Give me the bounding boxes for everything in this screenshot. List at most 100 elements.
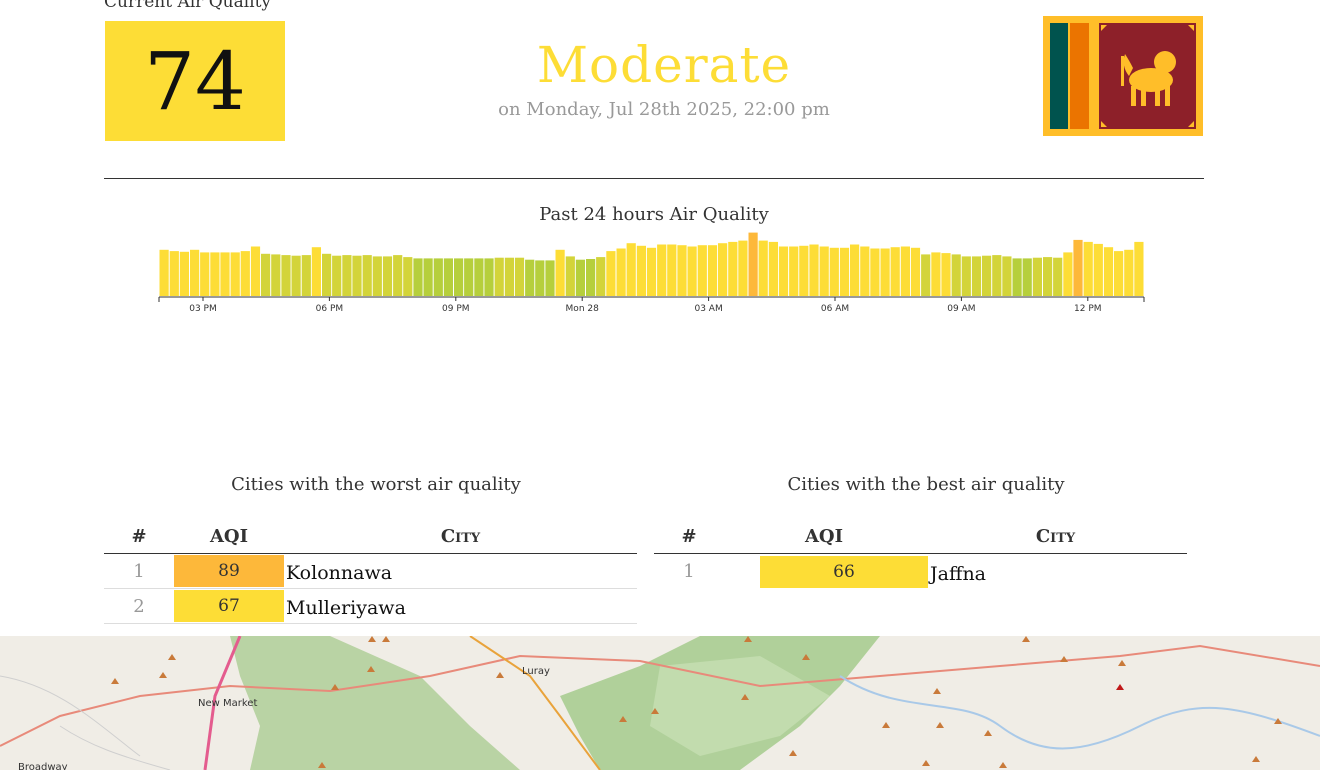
chart-bar[interactable] [413, 258, 423, 296]
chart-bar[interactable] [758, 240, 768, 296]
chart-bar[interactable] [565, 256, 575, 296]
chart-bar[interactable] [1002, 256, 1012, 296]
chart-bar[interactable] [1063, 252, 1073, 296]
chart-bar[interactable] [738, 240, 748, 296]
chart-bar[interactable] [586, 259, 596, 296]
chart-bar[interactable] [311, 247, 321, 296]
chart-bar[interactable] [332, 255, 342, 296]
chart-bar[interactable] [271, 254, 281, 296]
chart-bar[interactable] [220, 252, 230, 296]
chart-bar[interactable] [1032, 257, 1042, 296]
chart-bar[interactable] [433, 258, 443, 296]
chart-bar[interactable] [657, 244, 667, 297]
chart-bar[interactable] [545, 260, 555, 296]
chart-bar[interactable] [606, 251, 616, 296]
chart-bar[interactable] [992, 255, 1002, 296]
chart-bar[interactable] [1124, 249, 1134, 296]
chart-bar[interactable] [403, 257, 413, 296]
chart-bar[interactable] [1073, 239, 1083, 296]
chart-bar[interactable] [626, 243, 636, 296]
chart-bar[interactable] [880, 248, 890, 297]
chart-bar[interactable] [839, 247, 850, 296]
chart-bar[interactable] [890, 247, 900, 296]
table-row[interactable]: 1 66 Jaffna [654, 554, 1187, 589]
chart-bar[interactable] [179, 251, 189, 296]
chart-bar[interactable] [1134, 241, 1144, 296]
chart-bar[interactable] [535, 260, 545, 296]
chart-bar[interactable] [667, 244, 677, 297]
chart-bar[interactable] [301, 255, 311, 296]
chart-bar[interactable] [423, 258, 433, 296]
chart-bar[interactable] [1083, 241, 1093, 296]
chart-bar[interactable] [971, 256, 982, 296]
chart-bar[interactable] [504, 257, 514, 296]
chart-bar[interactable] [474, 258, 484, 296]
chart-bar[interactable] [261, 253, 271, 296]
chart-bar[interactable] [951, 254, 961, 296]
chart-bar[interactable] [961, 256, 971, 296]
chart-bar[interactable] [454, 258, 464, 296]
chart-bar[interactable] [200, 252, 210, 296]
chart-bar[interactable] [575, 259, 585, 296]
chart-bar[interactable] [464, 258, 474, 296]
chart-bar[interactable] [159, 249, 169, 296]
chart-bar[interactable] [210, 252, 220, 296]
city-cell[interactable]: Jaffna [928, 559, 1187, 585]
chart-bar[interactable] [250, 246, 261, 297]
chart-bar[interactable] [982, 255, 992, 296]
chart-bar[interactable] [850, 244, 860, 297]
chart-bar[interactable] [342, 255, 352, 296]
chart-bar[interactable] [190, 249, 200, 296]
air-quality-map[interactable]: Luray New Market Broadway [0, 636, 1320, 770]
chart-bar[interactable] [494, 257, 504, 296]
chart-bar[interactable] [799, 245, 809, 296]
chart-bar[interactable] [372, 256, 382, 296]
chart-bar[interactable] [169, 251, 179, 296]
chart-bar[interactable] [870, 248, 880, 297]
chart-bar[interactable] [748, 232, 758, 296]
chart-bar[interactable] [616, 248, 626, 297]
table-row[interactable]: 2 67 Mulleriyawa [104, 589, 637, 624]
chart-bar[interactable] [636, 245, 646, 296]
chart-bar[interactable] [596, 257, 606, 296]
chart-bar[interactable] [1093, 243, 1103, 296]
chart-bar[interactable] [393, 255, 403, 296]
chart-bar[interactable] [1022, 258, 1032, 296]
chart-bar[interactable] [1103, 247, 1114, 296]
chart-bar[interactable] [291, 255, 301, 296]
chart-bar[interactable] [718, 243, 728, 296]
chart-bar[interactable] [514, 257, 525, 296]
chart-bar[interactable] [809, 244, 819, 297]
chart-bar[interactable] [819, 246, 829, 297]
chart-bar[interactable] [352, 255, 362, 296]
chart-bar[interactable] [697, 245, 707, 296]
chart-bar[interactable] [281, 255, 291, 296]
chart-bar[interactable] [910, 247, 921, 296]
chart-bar[interactable] [646, 247, 657, 296]
chart-bar[interactable] [555, 249, 565, 296]
chart-bar[interactable] [240, 251, 250, 296]
chart-bar[interactable] [941, 253, 951, 296]
chart-bar[interactable] [728, 241, 738, 296]
chart-bar[interactable] [677, 245, 687, 296]
chart-bar[interactable] [1053, 257, 1063, 296]
chart-bar[interactable] [484, 258, 494, 296]
chart-bar[interactable] [1012, 258, 1022, 296]
chart-bar[interactable] [707, 245, 718, 296]
chart-bar[interactable] [921, 254, 931, 296]
chart-bar[interactable] [362, 255, 372, 296]
chart-bar[interactable] [829, 247, 839, 296]
chart-bar[interactable] [1114, 251, 1124, 296]
chart-bar[interactable] [860, 246, 870, 297]
chart-bar[interactable] [230, 252, 240, 296]
chart-bar[interactable] [525, 259, 535, 296]
chart-bar[interactable] [789, 246, 799, 297]
chart-bar[interactable] [687, 246, 697, 297]
chart-bar[interactable] [1043, 257, 1053, 296]
city-cell[interactable]: Mulleriyawa [284, 593, 637, 619]
chart-bar[interactable] [931, 252, 941, 296]
chart-bar[interactable] [900, 246, 910, 297]
chart-bar[interactable] [382, 256, 393, 296]
chart-bar[interactable] [322, 253, 332, 296]
chart-bar[interactable] [768, 241, 778, 296]
